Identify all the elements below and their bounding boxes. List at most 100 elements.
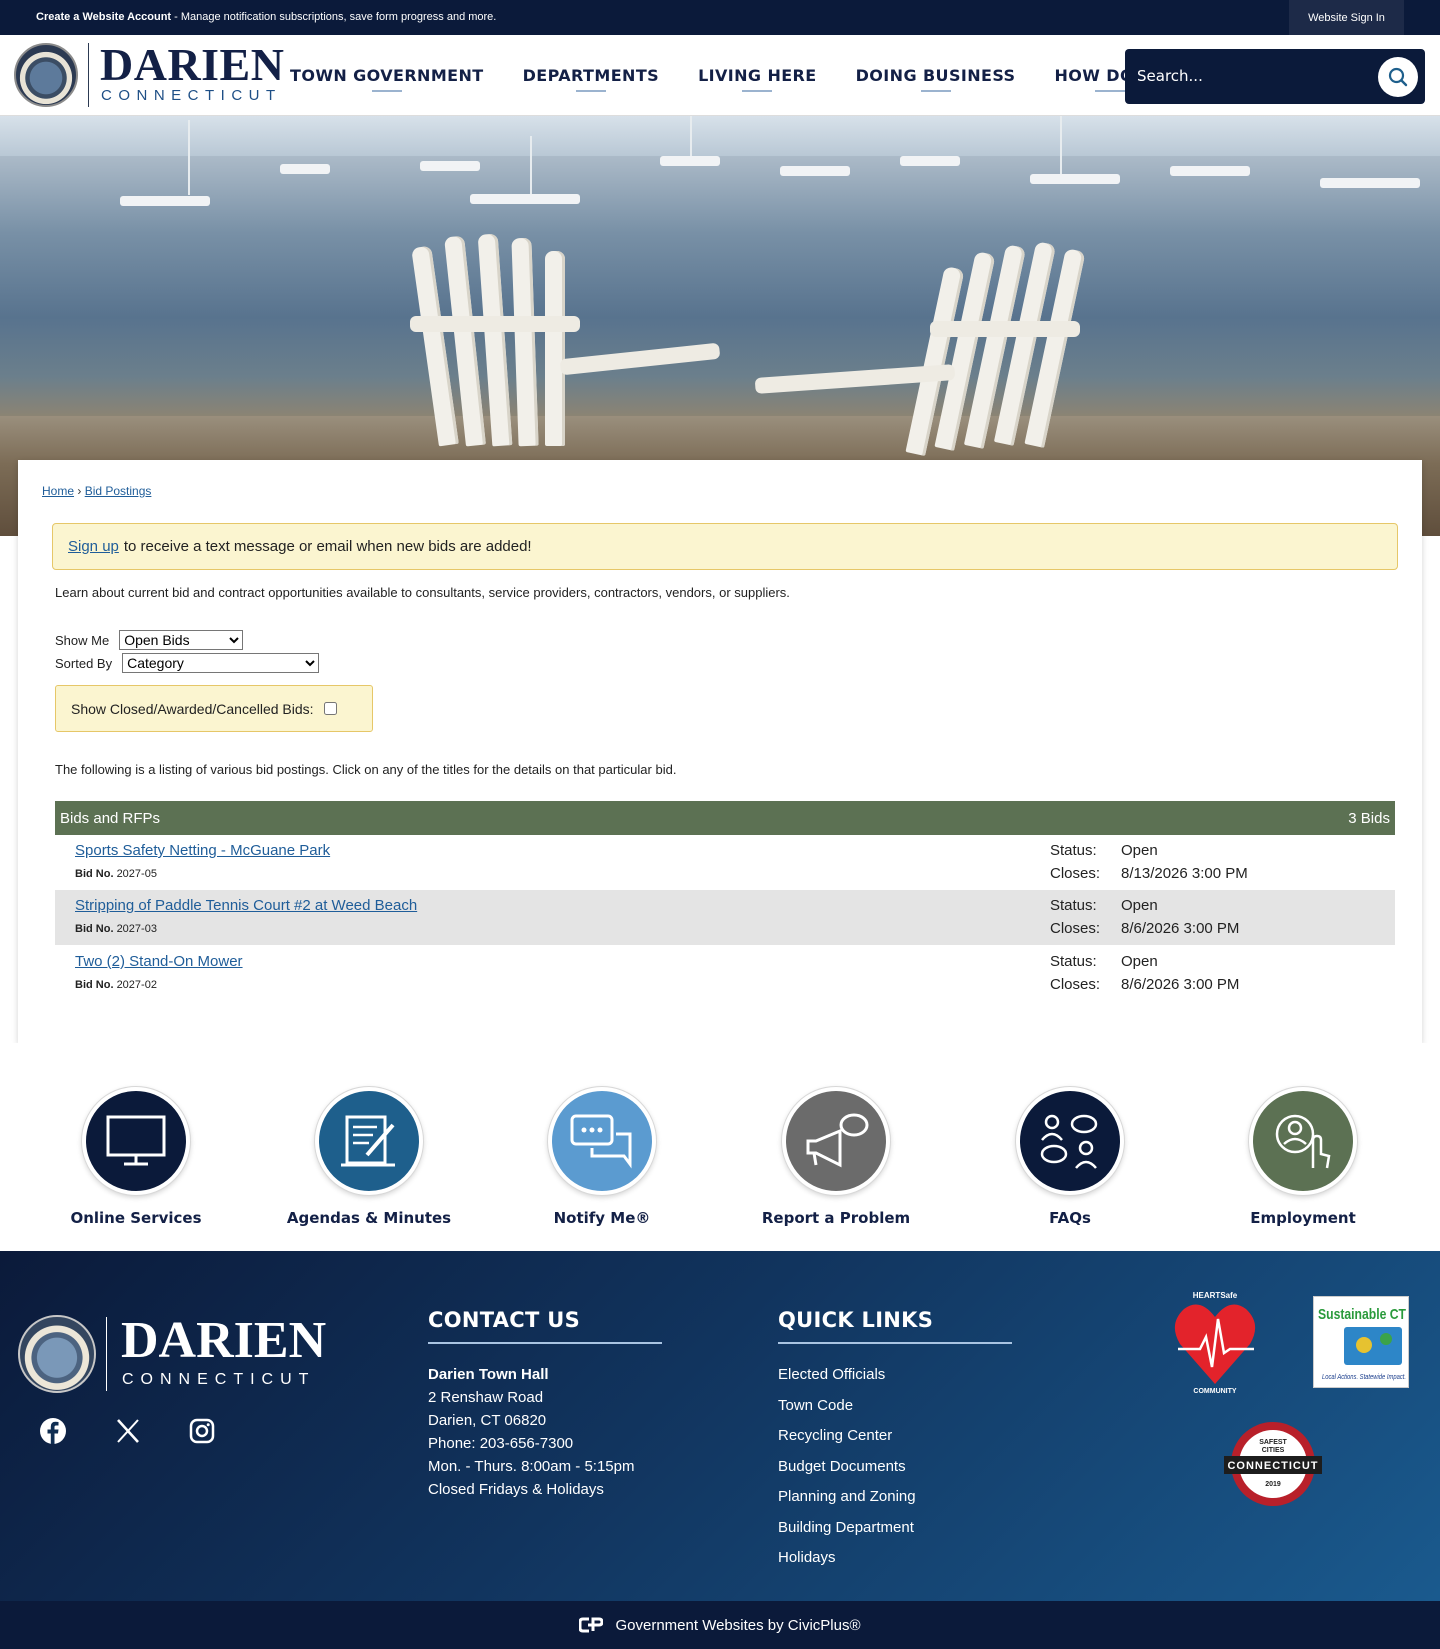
logo-subtitle[interactable]: CONNECTICUT [101,87,282,104]
footer-link-building-department[interactable]: Building Department [778,1516,916,1547]
boat-mast [188,120,190,195]
logo-divider [88,43,89,107]
closes-value: 8/6/2026 3:00 PM [1121,976,1240,993]
boat-mast [690,116,692,156]
safest-banner: CONNECTICUT [1227,1460,1318,1472]
powered-by-link[interactable]: Government Websites by CivicPlus® [615,1617,860,1634]
quick-link-online-services[interactable]: Online Services [26,1087,246,1227]
nav-town-government[interactable]: TOWN GOVERNMENT [290,35,484,116]
quick-link-label: Employment [1250,1209,1356,1227]
quick-link-employment[interactable]: Employment [1193,1087,1413,1227]
footer-link-budget-documents[interactable]: Budget Documents [778,1455,916,1486]
footer-link-elected-officials[interactable]: Elected Officials [778,1363,916,1394]
breadcrumb-bid-postings[interactable]: Bid Postings [85,484,152,498]
heartsafe-badge[interactable]: HEARTSafe COMMUNITY [1170,1289,1260,1395]
bid-title-link[interactable]: Two (2) Stand-On Mower [75,953,243,970]
quick-link-circle [1249,1087,1357,1195]
safest-line-1: SAFEST [1259,1439,1287,1446]
quick-link-circle [315,1087,423,1195]
contact-address-1: 2 Renshaw Road [428,1389,544,1406]
website-sign-in-button[interactable]: Website Sign In [1289,0,1404,35]
footer-logo-divider [106,1317,107,1391]
site-footer: DARIEN CONNECTICUT CONTACT US Darien Tow… [0,1251,1440,1601]
quick-link-label: Online Services [70,1209,202,1227]
footer-link-recycling-center[interactable]: Recycling Center [778,1424,916,1455]
quick-links-section: Online Services Agendas & Minutes Notify… [0,1043,1440,1251]
quick-link-notify-me[interactable]: Notify Me® [492,1087,712,1227]
quick-link-circle [1016,1087,1124,1195]
instagram-icon [189,1418,215,1444]
bid-row: Two (2) Stand-On Mower Bid No. 2027-02 S… [55,946,1395,1001]
nav-doing-business[interactable]: DOING BUSINESS [856,35,1016,116]
quick-link-agendas-minutes[interactable]: Agendas & Minutes [259,1087,479,1227]
closes-value: 8/13/2026 3:00 PM [1121,865,1248,882]
bid-title-link[interactable]: Stripping of Paddle Tennis Court #2 at W… [75,897,417,914]
search-button[interactable] [1378,57,1418,97]
nav-living-here[interactable]: LIVING HERE [698,35,817,116]
breadcrumb-home[interactable]: Home [42,484,74,498]
footer-logo-title[interactable]: DARIEN [121,1311,326,1370]
boat [1030,174,1120,184]
bid-number: Bid No. 2027-03 [75,923,157,935]
instagram-link[interactable] [187,1416,217,1446]
footer-town-seal[interactable] [18,1315,96,1393]
nav-label: DEPARTMENTS [522,66,660,85]
bid-no-label: Bid No. [75,979,114,991]
show-closed-checkbox[interactable] [323,702,337,715]
boat-mast [530,136,532,196]
nav-departments[interactable]: DEPARTMENTS [523,35,659,116]
sign-up-link[interactable]: Sign up [68,538,119,555]
footer-logo-subtitle[interactable]: CONNECTICUT [122,1371,315,1389]
boat [660,156,720,166]
sorted-by-select[interactable]: Category [122,653,320,673]
contact-phone: Phone: 203-656-7300 [428,1435,574,1452]
status-value: Open [1121,897,1158,914]
contact-closed: Closed Fridays & Holidays [428,1481,604,1498]
quick-link-report-problem[interactable]: Report a Problem [726,1087,946,1227]
show-me-label: Show Me [55,632,110,648]
footer-link-planning-zoning[interactable]: Planning and Zoning [778,1485,916,1516]
bid-title-link[interactable]: Sports Safety Netting - McGuane Park [75,842,330,859]
nav-label: DOING BUSINESS [855,66,1016,85]
footer-link-town-code[interactable]: Town Code [778,1394,916,1425]
bid-no-value: 2027-05 [116,868,157,880]
sustainable-ct-badge[interactable]: Sustainable CT Local Actions. Statewide … [1313,1296,1409,1388]
bid-number: Bid No. 2027-02 [75,979,157,991]
safest-cities-badge[interactable]: SAFEST CITIES CONNECTICUT 2019 [1222,1418,1324,1510]
breadcrumb: Home › Bid Postings [42,484,151,498]
chair-slat [511,237,539,447]
site-header: DARIEN CONNECTICUT TOWN GOVERNMENT DEPAR… [0,35,1440,116]
nav-underline [742,90,773,92]
status-value: Open [1121,842,1158,859]
x-twitter-link[interactable] [113,1416,143,1446]
nav-underline [1095,90,1126,92]
boat [120,196,210,206]
town-seal-logo[interactable] [14,43,78,107]
quick-link-faqs[interactable]: FAQs [960,1087,1180,1227]
heart-badge-icon: HEARTSafe COMMUNITY [1174,1291,1256,1395]
boat [420,161,480,171]
bid-closes: Closes: 8/13/2026 3:00 PM [1050,865,1248,882]
boat [1320,178,1420,188]
bid-number: Bid No. 2027-05 [75,868,157,880]
show-me-select[interactable]: Open Bids [119,630,244,650]
closes-value: 8/6/2026 3:00 PM [1121,920,1240,937]
bid-no-label: Bid No. [75,868,114,880]
bid-status: Status: Open [1050,953,1158,970]
contact-info: Darien Town Hall 2 Renshaw Road Darien, … [428,1363,634,1501]
footer-link-holidays[interactable]: Holidays [778,1546,916,1577]
footer-quick-links: Elected Officials Town Code Recycling Ce… [778,1363,916,1577]
show-me-row: Show Me Open Bids [55,630,244,650]
breadcrumb-separator: › [77,484,82,498]
account-message: Create a Website Account - Manage notifi… [36,11,496,23]
create-account-text: - Manage notification subscriptions, sav… [171,11,497,23]
closes-label: Closes: [1050,920,1101,937]
search-input[interactable] [1137,59,1357,93]
boat [280,164,330,174]
facebook-link[interactable] [38,1416,68,1446]
x-icon [117,1419,139,1443]
nav-label: TOWN GOVERNMENT [290,66,484,85]
logo-title[interactable]: DARIEN [100,38,284,91]
create-account-link[interactable]: Create a Website Account [36,11,171,23]
sustainable-ct-tagline: Local Actions. Statewide Impact. [1322,1374,1406,1381]
